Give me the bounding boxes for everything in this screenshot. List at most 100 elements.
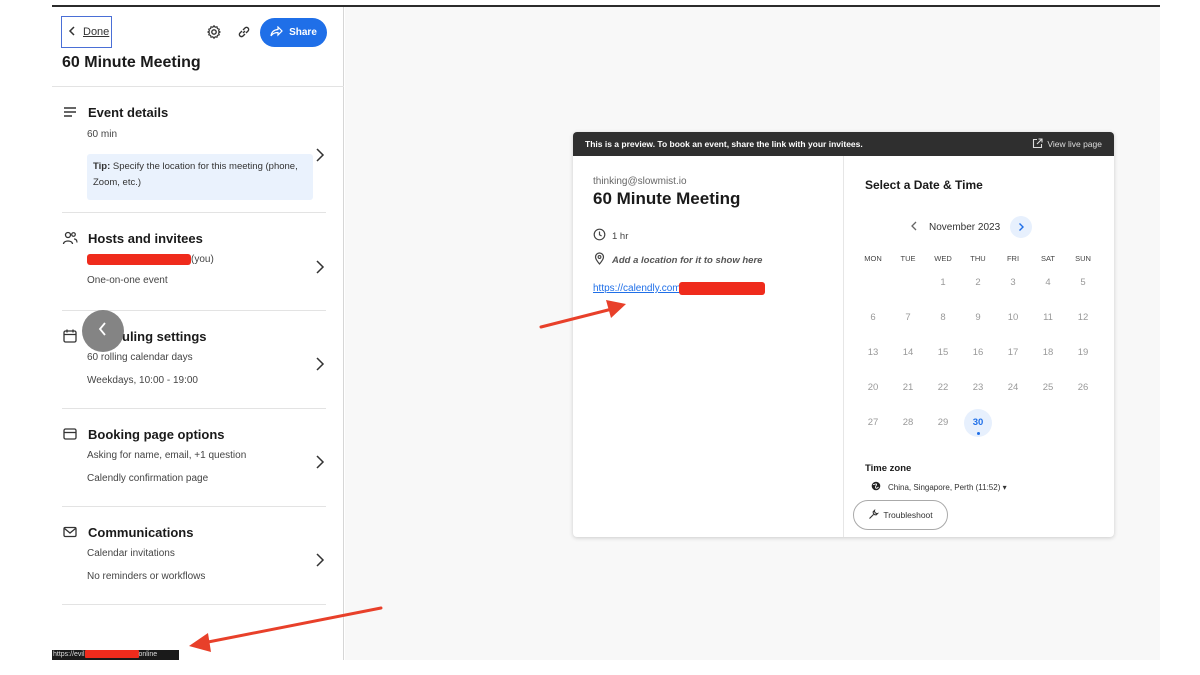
divider — [62, 212, 326, 213]
calendar-day: 5 — [1080, 277, 1086, 288]
chevron-right-icon — [314, 454, 326, 470]
duration-row: 1 hr — [593, 228, 628, 244]
people-icon — [62, 230, 78, 246]
calendar-day: 24 — [1007, 382, 1019, 393]
chevron-left-icon — [68, 25, 75, 39]
section-line: Calendly confirmation page — [87, 473, 209, 484]
link-text: https://calendly.com — [593, 283, 681, 294]
duration-text: 1 hr — [612, 230, 629, 242]
calendar-day: 4 — [1045, 277, 1051, 288]
calendar-heading: Select a Date & Time — [865, 178, 983, 192]
calendly-link[interactable]: https://calendly.com — [593, 282, 765, 295]
host-name: (you) — [191, 254, 214, 265]
view-live-page-link[interactable]: View live page — [1032, 132, 1102, 156]
calendar-day: 27 — [867, 417, 879, 428]
lines-icon — [62, 104, 78, 120]
share-label: Share — [289, 27, 317, 38]
tip-text: Specify the location for this meeting (p… — [93, 161, 298, 188]
section-title: Booking page options — [88, 426, 225, 442]
booking-preview-card: This is a preview. To book an event, sha… — [573, 132, 1114, 537]
calendar-day: 17 — [1007, 347, 1019, 358]
calendar-day: 29 — [937, 417, 949, 428]
calendar-day: 19 — [1077, 347, 1089, 358]
divider — [62, 506, 326, 507]
section-booking-page-options[interactable]: Booking page options Asking for name, em… — [62, 426, 326, 484]
calendar-day: 2 — [975, 277, 981, 288]
section-line: 60 min — [87, 129, 118, 140]
status-url-prefix: https://evil — [53, 651, 85, 658]
section-line: No reminders or workflows — [87, 571, 206, 582]
divider — [62, 408, 326, 409]
calendar-day: 18 — [1042, 347, 1054, 358]
weekday-label: WED — [934, 254, 952, 263]
section-communications[interactable]: Communications Calendar invitations No r… — [62, 524, 326, 582]
calendar-day: 10 — [1007, 312, 1019, 323]
calendar-day: 3 — [1010, 277, 1016, 288]
status-bar-url: https://evil online — [52, 650, 179, 660]
weekday-label: THU — [970, 254, 986, 263]
preview-banner-text: This is a preview. To book an event, sha… — [585, 139, 863, 149]
divider — [62, 604, 326, 605]
chevron-right-icon — [314, 259, 326, 275]
prev-month-button[interactable] — [909, 220, 919, 235]
calendar-day: 26 — [1077, 382, 1089, 393]
section-title: Hosts and invitees — [88, 230, 203, 246]
chevron-left-icon — [97, 321, 109, 342]
calendar-day: 13 — [867, 347, 879, 358]
gear-icon[interactable] — [206, 24, 222, 40]
calendar-day: 1 — [940, 277, 946, 288]
section-hosts-invitees[interactable]: Hosts and invitees (you) One-on-one even… — [62, 230, 326, 286]
clock-icon — [593, 228, 606, 244]
timezone-select[interactable]: China, Singapore, Perth (11:52) ▾ — [871, 481, 1007, 493]
calendar-icon — [62, 328, 78, 344]
done-button[interactable]: Done — [61, 16, 112, 48]
today-dot — [977, 432, 980, 435]
calendar-day: 8 — [940, 312, 946, 323]
calendar-day: 11 — [1043, 312, 1053, 323]
external-link-icon — [1032, 137, 1043, 151]
calendar-day: 16 — [972, 347, 984, 358]
timezone-label: Time zone — [865, 463, 912, 474]
calendar-day: 12 — [1077, 312, 1089, 323]
tip-box: Tip: Specify the location for this meeti… — [87, 154, 313, 200]
location-pin-icon — [593, 252, 606, 268]
mail-icon — [62, 524, 78, 540]
divider — [52, 86, 344, 87]
troubleshoot-button[interactable]: Troubleshoot — [853, 500, 948, 530]
status-url-suffix: online — [138, 651, 158, 658]
view-live-label: View live page — [1047, 139, 1102, 149]
wrench-icon — [868, 508, 880, 522]
next-month-button[interactable] — [1010, 216, 1033, 238]
chevron-right-icon — [314, 147, 326, 163]
link-icon[interactable] — [236, 24, 252, 40]
weekday-label: SUN — [1075, 254, 1091, 263]
divider — [843, 156, 844, 537]
calendar-day: 15 — [937, 347, 949, 358]
section-event-details[interactable]: Event details 60 min — [62, 104, 326, 162]
section-line: 60 rolling calendar days — [87, 352, 193, 363]
calendar-day: 14 — [902, 347, 914, 358]
back-nav-button[interactable] — [82, 310, 124, 352]
chevron-right-icon — [314, 552, 326, 568]
month-navigator: November 2023 — [909, 216, 1033, 238]
weekday-label: MON — [864, 254, 882, 263]
calendar-day: 7 — [905, 312, 911, 323]
weekday-label: SAT — [1040, 254, 1056, 263]
redaction-mark — [87, 254, 191, 265]
window-icon — [62, 426, 78, 442]
done-label: Done — [83, 26, 110, 38]
location-hint: Add a location for it to show here — [612, 254, 763, 266]
event-title: 60 Minute Meeting — [593, 189, 741, 208]
share-arrow-icon — [270, 25, 283, 40]
chevron-right-icon — [314, 356, 326, 372]
calendar-day-selected[interactable]: 30 — [963, 417, 993, 428]
section-title: uling settings — [122, 328, 207, 344]
tip-label: Tip: — [93, 161, 111, 172]
share-button[interactable]: Share — [260, 18, 327, 47]
calendar-day: 20 — [867, 382, 879, 393]
globe-icon — [871, 481, 881, 493]
troubleshoot-label: Troubleshoot — [883, 510, 933, 520]
section-line: Calendar invitations — [87, 548, 175, 559]
calendar-day: 21 — [902, 382, 914, 393]
preview-banner: This is a preview. To book an event, sha… — [573, 132, 1114, 156]
